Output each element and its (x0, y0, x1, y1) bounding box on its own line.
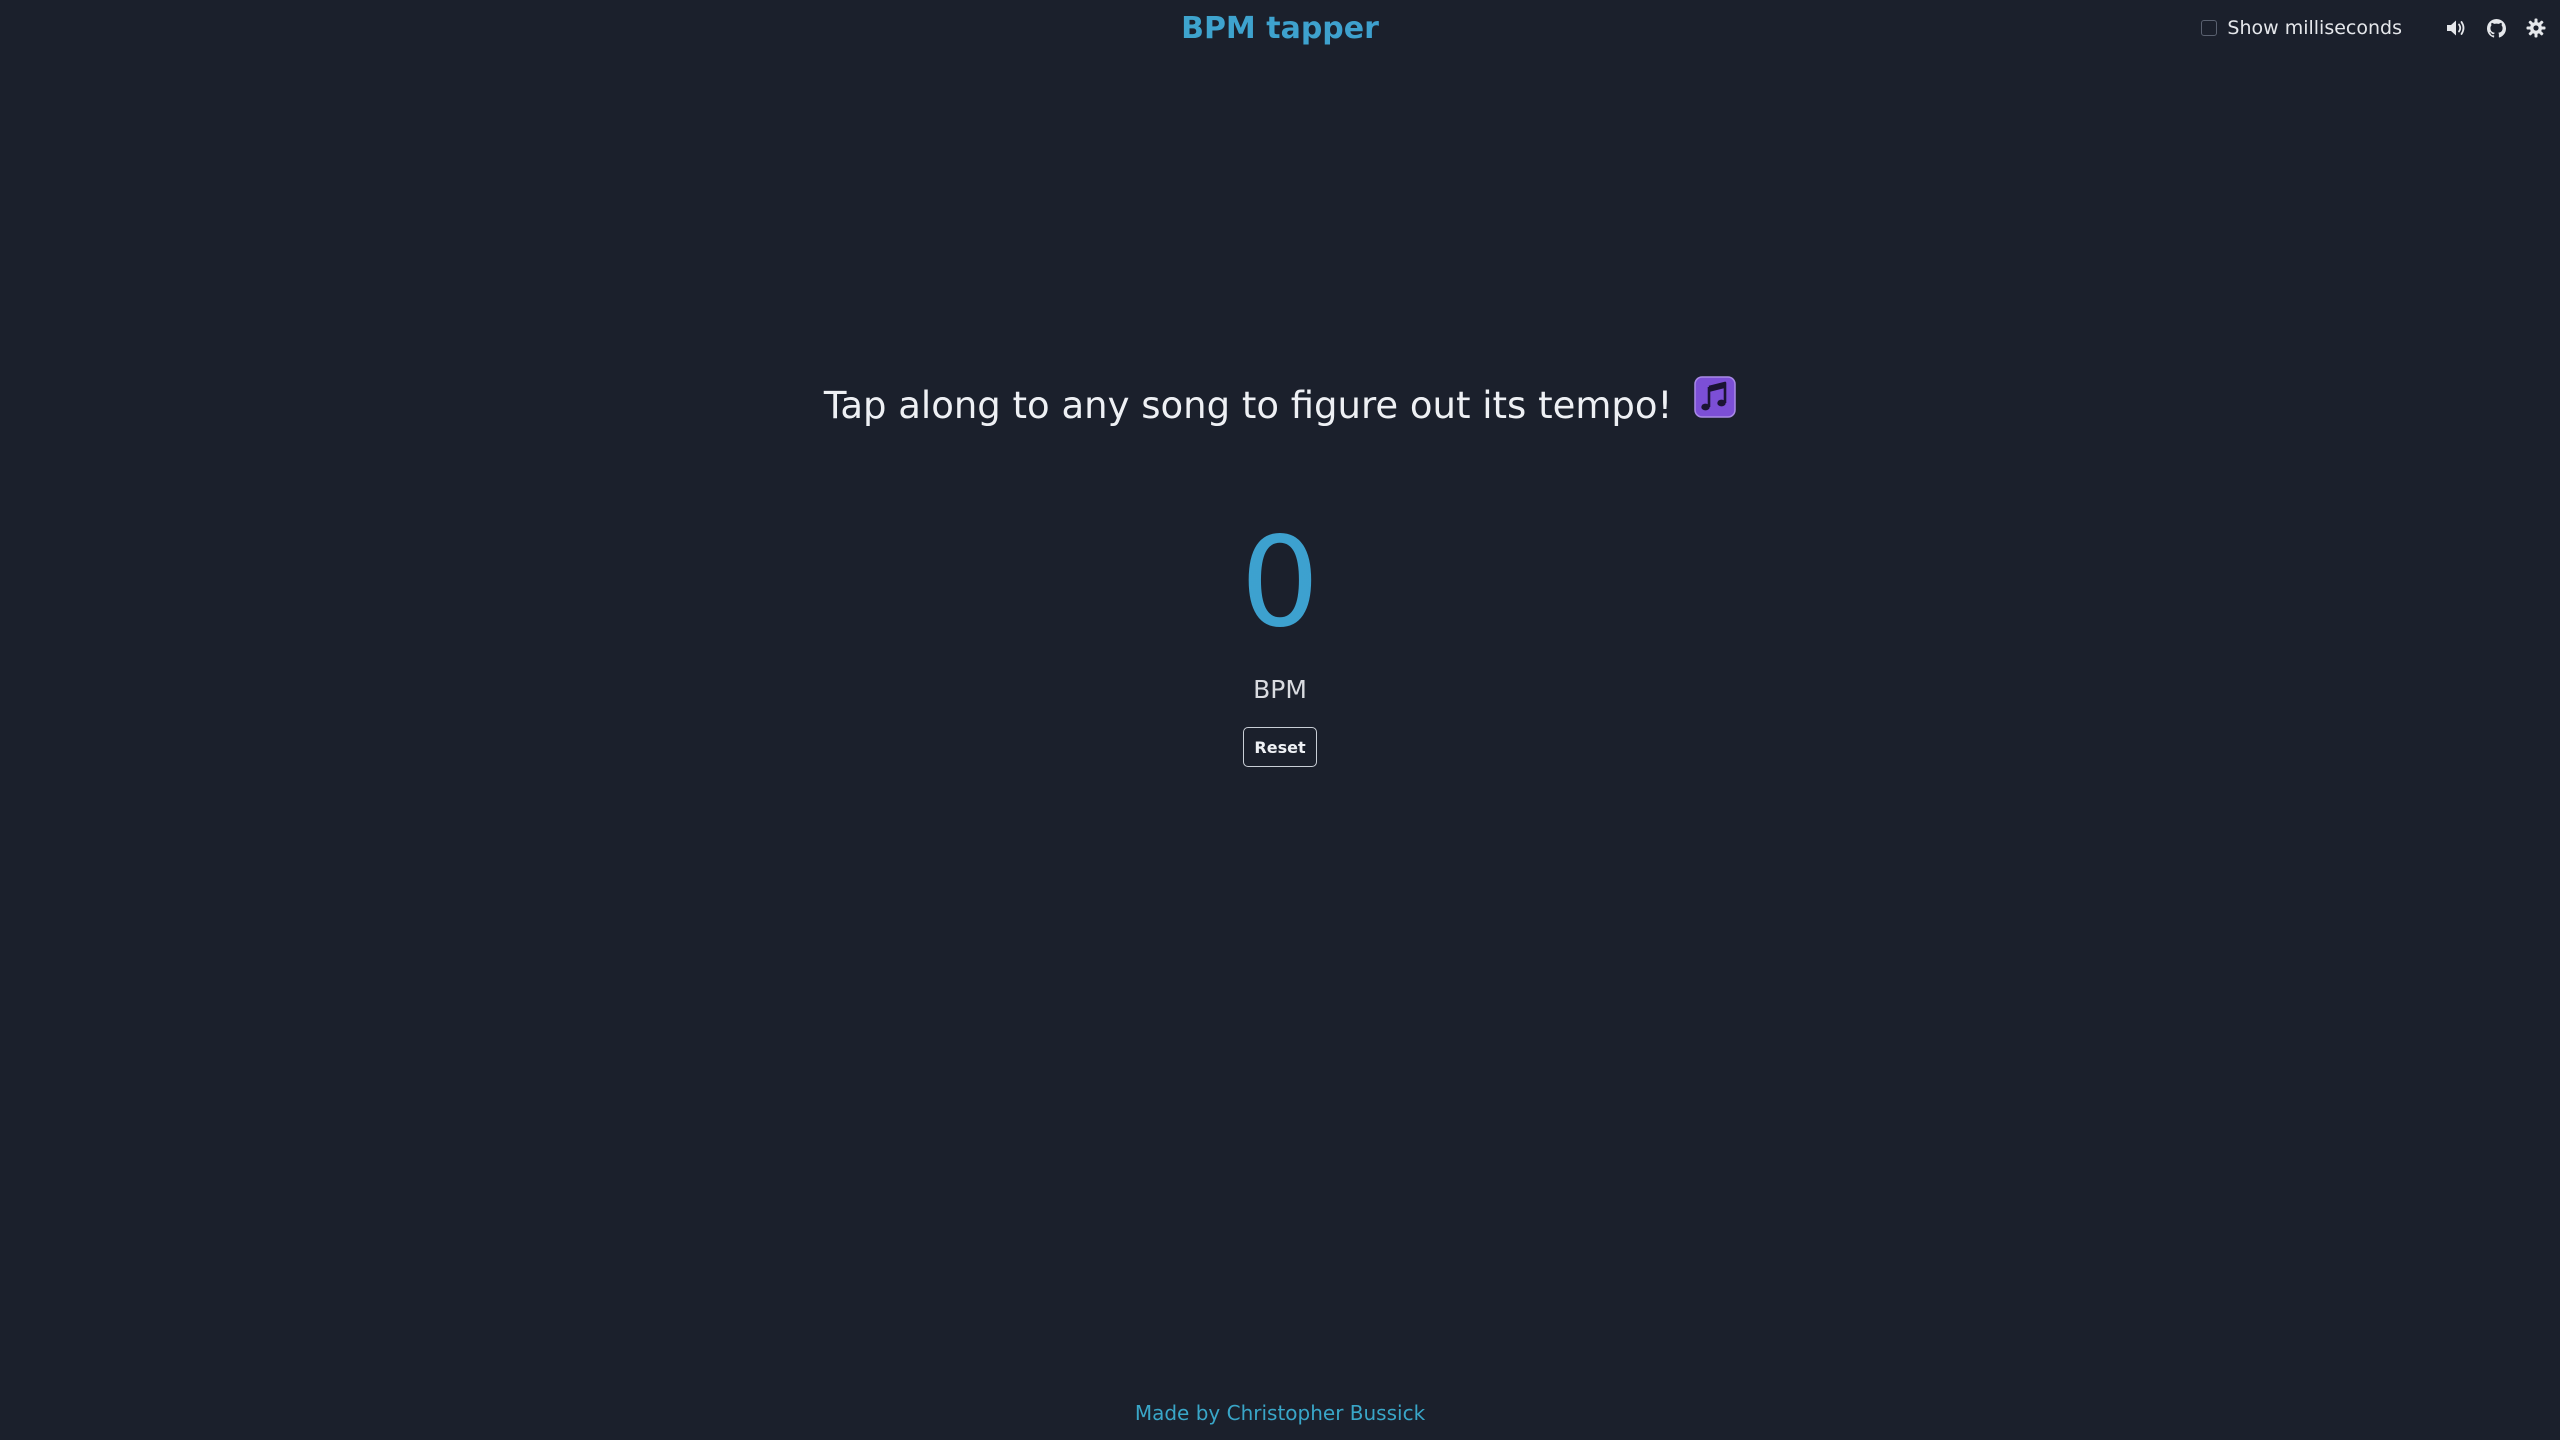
bpm-tapper-page: BPM tapper Show milliseconds Tap along t… (0, 0, 2560, 1440)
settings-icon[interactable] (2524, 16, 2548, 40)
show-milliseconds-toggle[interactable]: Show milliseconds (2201, 17, 2402, 39)
volume-icon[interactable] (2444, 16, 2468, 40)
reset-button[interactable]: Reset (1243, 727, 1317, 767)
music-notes-icon (1694, 376, 1736, 431)
header-controls: Show milliseconds (2201, 14, 2548, 42)
bpm-unit-label: BPM (1253, 675, 1307, 704)
reset-wrap: Reset (0, 727, 2560, 767)
app-title: BPM tapper (0, 10, 2560, 48)
footer: Made by Christopher Bussick (0, 1398, 2560, 1428)
bpm-value: 0 (0, 508, 2560, 658)
footer-prefix: Made by (1134, 1401, 1227, 1425)
author-link[interactable]: Christopher Bussick (1227, 1401, 1426, 1425)
show-milliseconds-checkbox[interactable] (2201, 20, 2218, 36)
header: BPM tapper Show milliseconds (0, 0, 2560, 58)
show-milliseconds-label: Show milliseconds (2227, 17, 2402, 39)
tagline-text: Tap along to any song to figure out its … (823, 384, 1673, 427)
github-icon[interactable] (2484, 16, 2508, 40)
tagline: Tap along to any song to figure out its … (0, 376, 2560, 435)
